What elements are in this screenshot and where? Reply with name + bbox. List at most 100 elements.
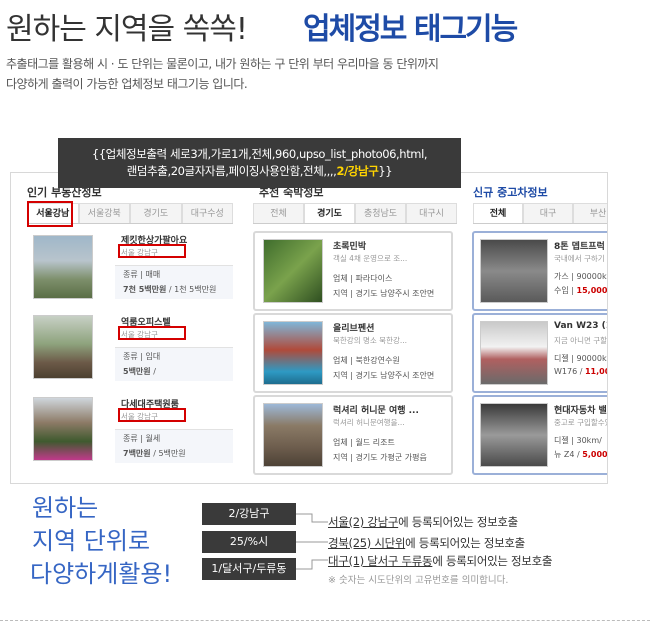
highlight-tab-box [27, 201, 73, 227]
lodging-card[interactable]: 초록민박 객실 4채 운영으로 조... 업체 | 파라다이스 지역 | 경기도… [253, 231, 453, 311]
panel-title-text: 신규 중고차정보 [473, 186, 548, 199]
car-card[interactable]: Van W23 (13 지금 아니면 구할 수... 디젤 | 90000k W… [472, 313, 608, 393]
car-card[interactable]: 8톤 뎁트프럭 국내에서 구하기 힘... 가스 | 90000k 수입 | 1… [472, 231, 608, 311]
lodging-name[interactable]: 럭셔리 허니문 여행 ... [333, 403, 419, 416]
listing-photo[interactable] [33, 235, 93, 299]
type-value: 북한강연수원 [355, 356, 400, 365]
tab-daegu-suseong[interactable]: 대구수성 [181, 203, 233, 223]
price-2: / 1천 5백만원 [168, 285, 217, 294]
lodging-photo[interactable] [263, 321, 323, 385]
tab-bar: 전체 대구 부산 [473, 203, 607, 224]
car-name[interactable]: 현대자동차 밸 [554, 403, 607, 416]
highlight-region-box [118, 326, 186, 340]
car-sub: 국내에서 구하기 힘... [554, 254, 607, 263]
listing-photo[interactable] [33, 397, 93, 461]
car-spec-1: 디젤 | 90000k [554, 354, 607, 363]
kind-label: 종류 [123, 434, 138, 443]
loc-value: 경기도 남양주시 조안면 [355, 289, 435, 298]
panel-lodging: 추천 숙박정보 전체 경기도 충청남도 대구시 초록민박 객실 4채 운영으로 … [249, 173, 461, 483]
tab-seoul-gangbuk[interactable]: 서울강북 [78, 203, 130, 223]
lodging-photo[interactable] [263, 403, 323, 467]
lodging-name[interactable]: 초록민박 [333, 239, 366, 252]
car-name[interactable]: 8톤 뎁트프럭 [554, 239, 605, 252]
lodging-sub: 객실 4채 운영으로 조... [333, 254, 408, 263]
kind-value: 매매 [145, 270, 161, 279]
footnote: ※ 숫자는 시도단위의 고유번호를 의미합니다. [328, 575, 509, 586]
caption: 서울(2) 강남구에 등록되어있는 정보호출 [328, 514, 518, 530]
type-value: 파라다이스 [355, 274, 393, 283]
highlight-region-box [118, 408, 186, 422]
tab-busan[interactable]: 부산 [573, 203, 607, 223]
price-2: / 5백만원 [153, 449, 186, 458]
list-item[interactable]: 역룸오피스텔 서울 강남구 종류 | 임대 5백만원 / [17, 313, 237, 389]
panel-title: 신규 중고차정보 [473, 184, 548, 200]
price: 5백만원 [123, 367, 151, 376]
caption-key: 경북(25) 시단위 [328, 536, 406, 550]
caption-rest: 에 등록되어있는 정보호출 [405, 536, 525, 550]
listing-photo[interactable] [33, 315, 93, 379]
tab-all[interactable]: 전체 [253, 203, 304, 223]
connector-lines [296, 513, 328, 570]
caption-key: 서울(2) 강남구 [328, 515, 399, 529]
type-label: 업체 [333, 356, 348, 365]
tab-daegu[interactable]: 대구 [523, 203, 573, 223]
loc-value: 경기도 남양주시 조안면 [355, 371, 435, 380]
lodging-card[interactable]: 올리브펜션 북한강의 명소 북한강... 업체 | 북한강연수원 지역 | 경기… [253, 313, 453, 393]
price-2: / [153, 367, 156, 376]
type-label: 업체 [333, 274, 348, 283]
car-photo[interactable] [480, 321, 548, 385]
divider [0, 620, 650, 621]
list-item[interactable]: 다세대주택원룸 서울 강남구 종류 | 월세 7백만원 / 5백만원 [17, 395, 237, 471]
kind-value: 월세 [145, 434, 161, 443]
car-spec-1: 가스 | 90000k [554, 272, 607, 281]
price: 7백만원 [123, 449, 151, 458]
loc-value: 경기도 가평군 가평읍 [355, 453, 427, 462]
tab-gyeonggi[interactable]: 경기도 [304, 203, 355, 223]
title-bold: 업체정보 태그기능 [303, 12, 518, 47]
caption-rest: 에 등록되어있는 정보호출 [432, 554, 553, 568]
tab-chungnam[interactable]: 충청남도 [355, 203, 406, 223]
code-chip: 1/달서구/두류동 [202, 558, 296, 580]
car-sub: 지금 아니면 구할 수... [554, 336, 608, 345]
car-name[interactable]: Van W23 (13 [554, 321, 607, 331]
caption-key: 대구(1) 달서구 두류동 [328, 554, 433, 568]
kind-label: 종류 [123, 352, 138, 361]
car-card[interactable]: 현대자동차 밸 중고로 구입할수있... 디젤 | 30km/ 뉴 Z4 / 5… [472, 395, 607, 475]
lodging-name[interactable]: 올리브펜션 [333, 321, 374, 334]
type-label: 업체 [333, 438, 348, 447]
code-chip: 2/강남구 [202, 503, 296, 525]
description-line-2: 다양하게 출력이 가능한 업체정보 태그기능 입니다. [6, 77, 248, 91]
loc-label: 지역 [333, 371, 348, 380]
tag-tooltip: {{업체정보출력 세로3개,가로1개,전체,960,upso_list_phot… [58, 138, 461, 188]
connector-line [296, 513, 328, 523]
lodging-photo[interactable] [263, 239, 323, 303]
tab-gyeonggi[interactable]: 경기도 [130, 203, 182, 223]
tab-all[interactable]: 전체 [473, 203, 523, 223]
caption: 대구(1) 달서구 두류동에 등록되어있는 정보호출 [328, 553, 552, 569]
list-item[interactable]: 제킷한상가팔아요 서울 강남구 종류 | 매매 7천 5백만원 / 1천 5백만… [17, 231, 237, 307]
headline-line-1: 원하는 [32, 494, 99, 522]
description-line-1: 추출태그를 활용해 시 · 도 단위는 물론이고, 내가 원하는 구 단위 부터… [6, 57, 439, 71]
car-photo[interactable] [480, 239, 548, 303]
loc-label: 지역 [333, 289, 348, 298]
tooltip-line-2c: }} [378, 164, 393, 178]
tab-bar: 전체 경기도 충청남도 대구시 [253, 203, 457, 224]
tooltip-line-2: 랜덤추출,20글자자름,페이징사용안함,전체,,,,2/강남구}} [58, 163, 461, 180]
tab-daegu[interactable]: 대구시 [406, 203, 457, 223]
headline-line-3: 다양하게활용! [30, 560, 173, 588]
caption: 경북(25) 시단위에 등록되어있는 정보호출 [328, 535, 525, 551]
car-spec-1: 디젤 | 30km/ [554, 436, 602, 445]
car-price: 15,000, [576, 286, 608, 295]
lodging-card[interactable]: 럭셔리 허니문 여행 ... 럭셔리 허니문여행을... 업체 | 월드 리조트… [253, 395, 453, 475]
car-spec-2: 뉴 Z4 / [554, 450, 580, 459]
tooltip-line-1: {{업체정보출력 세로3개,가로1개,전체,960,upso_list_phot… [91, 147, 428, 161]
panel-used-car: 신규 중고차정보 전체 대구 부산 8톤 뎁트프럭 국내에서 구하기 힘... … [469, 173, 608, 483]
headline-line-2: 지역 단위로 [32, 527, 151, 555]
tooltip-key: 2/강남구 [336, 164, 379, 178]
car-photo[interactable] [480, 403, 548, 467]
title-plain: 원하는 지역을 쏙쏙! [6, 12, 248, 47]
type-value: 월드 리조트 [355, 438, 395, 447]
highlight-region-box [118, 244, 186, 258]
car-spec-2: W176 / [554, 367, 583, 376]
connector-line [296, 559, 328, 570]
